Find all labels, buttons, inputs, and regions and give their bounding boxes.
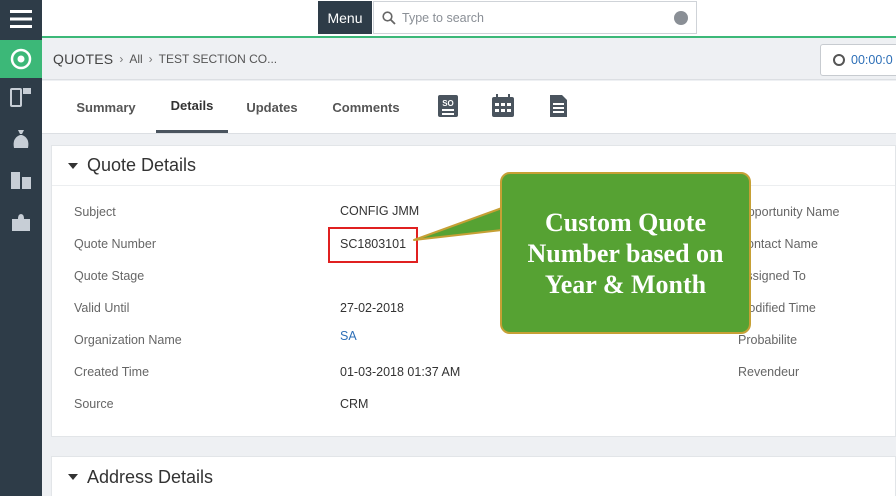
home-target-icon[interactable] [0, 40, 42, 78]
callout-pointer [413, 207, 503, 241]
address-details-header[interactable]: Address Details [52, 457, 895, 496]
field-value-source[interactable]: CRM [340, 397, 368, 411]
search-icon [382, 10, 396, 25]
field-label-quote-stage: Quote Stage [74, 269, 145, 283]
left-rail [0, 0, 42, 496]
tab-comments[interactable]: Comments [322, 81, 410, 133]
caret-down-icon [68, 162, 78, 169]
money-bag-icon[interactable] [0, 122, 42, 156]
quote-number-highlight [328, 227, 418, 263]
address-details-panel: Address Details [51, 456, 896, 496]
clock-icon [833, 54, 845, 66]
breadcrumb-filter[interactable]: All [129, 52, 142, 66]
quote-details-header[interactable]: Quote Details [52, 146, 895, 186]
timer-button[interactable]: 00:00:0 [820, 44, 896, 76]
field-label-valid-until: Valid Until [74, 301, 130, 315]
search-input[interactable]: Type to search [373, 1, 697, 34]
chevron-down-icon[interactable] [674, 11, 688, 25]
tab-summary[interactable]: Summary [62, 81, 150, 133]
caret-down-icon [68, 474, 78, 480]
breadcrumb-module[interactable]: QUOTES [53, 51, 113, 67]
chevron-right-icon: › [148, 52, 153, 66]
callout-line-1: Custom Quote [544, 207, 707, 237]
quote-details-panel: Quote Details [51, 145, 896, 437]
record-tabs: Summary Details Updates Comments SO [42, 81, 896, 134]
breadcrumb: QUOTES › All › TEST SECTION CO... [53, 51, 277, 67]
field-label-quote-number: Quote Number [74, 237, 156, 251]
search-placeholder: Type to search [402, 10, 484, 25]
calendar-icon[interactable] [491, 94, 515, 118]
field-value-valid-until[interactable]: 27-02-2018 [340, 301, 404, 315]
menu-button[interactable]: Menu [318, 1, 372, 34]
section-title: Address Details [87, 466, 214, 487]
timer-value: 00:00:0 [851, 53, 893, 67]
so-icon[interactable]: SO [437, 94, 459, 118]
mobile-chat-icon[interactable] [0, 80, 42, 114]
field-label-opportunity-name: Opportunity Name [738, 205, 840, 219]
breadcrumb-bar: QUOTES › All › TEST SECTION CO... 00:00:… [42, 40, 896, 80]
field-label-created-time: Created Time [74, 365, 150, 379]
chevron-right-icon: › [119, 52, 124, 66]
tab-details[interactable]: Details [156, 81, 228, 133]
field-value-created-time[interactable]: 01-03-2018 01:37 AM [340, 365, 460, 379]
section-title: Quote Details [87, 155, 197, 175]
tab-updates[interactable]: Updates [234, 81, 310, 133]
annotation-callout: Custom Quote Number based on Year & Mont… [500, 172, 751, 334]
svg-text:SO: SO [442, 99, 454, 108]
field-label-organization-name: Organization Name [74, 333, 182, 347]
field-label-probabilite: Probabilite [738, 333, 798, 347]
organization-link[interactable]: SA [340, 329, 357, 343]
puzzle-icon[interactable] [0, 205, 42, 239]
field-label-source: Source [74, 397, 114, 411]
breadcrumb-record: TEST SECTION CO... [158, 52, 278, 66]
field-label-revendeur: Revendeur [738, 365, 800, 379]
buildings-icon[interactable] [0, 163, 42, 197]
document-icon[interactable] [548, 94, 568, 118]
field-value-subject[interactable]: CONFIG JMM [340, 204, 419, 218]
callout-line-3: Year & Month [544, 269, 707, 299]
callout-line-2: Number based on [527, 238, 724, 268]
hamburger-icon[interactable] [0, 0, 42, 37]
field-label-subject: Subject [74, 205, 116, 219]
top-bar: Menu Type to search [42, 0, 896, 38]
